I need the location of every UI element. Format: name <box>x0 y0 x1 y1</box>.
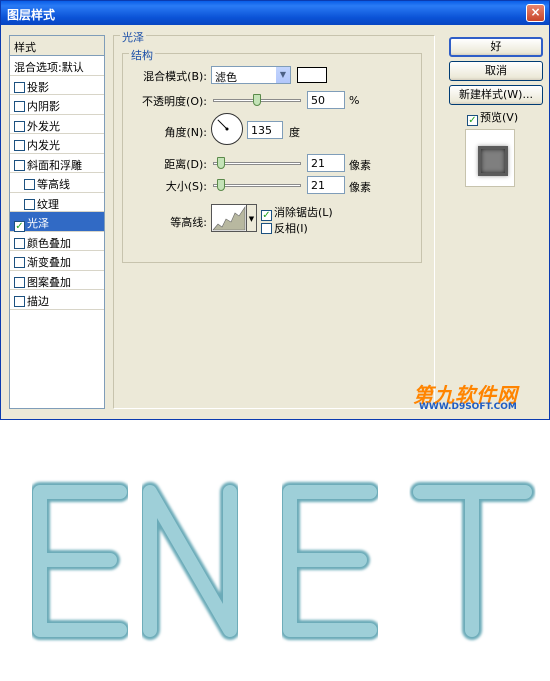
dialog-titlebar[interactable]: 图层样式 × <box>1 1 549 25</box>
contour-curve-icon <box>212 206 246 231</box>
structure-group: 结构 混合模式(B): 滤色 ▼ 不透明度(O): 50 % 角度(N): 13… <box>122 47 422 263</box>
close-button[interactable]: × <box>526 4 545 22</box>
style-list-item[interactable]: 内阴影 <box>10 95 104 115</box>
neon-text-artwork <box>30 482 535 640</box>
style-item-checkbox[interactable]: ✓ <box>14 221 25 232</box>
style-item-checkbox[interactable] <box>14 296 25 307</box>
style-list-item[interactable]: 外发光 <box>10 115 104 134</box>
style-list-item[interactable]: ✓ 光泽 <box>10 212 104 232</box>
style-item-label: 图案叠加 <box>27 275 71 289</box>
opacity-unit: % <box>349 94 360 107</box>
size-label: 大小(S): <box>165 180 207 193</box>
style-item-checkbox[interactable] <box>14 120 25 132</box>
style-item-label: 纹理 <box>37 197 59 211</box>
style-list-item[interactable]: 投影 <box>10 76 104 95</box>
contour-picker[interactable] <box>211 204 247 232</box>
style-list-item[interactable]: 描边 <box>10 290 104 310</box>
preview-square <box>478 146 508 176</box>
size-input[interactable]: 21 <box>307 176 345 194</box>
distance-input[interactable]: 21 <box>307 154 345 172</box>
style-item-checkbox[interactable] <box>14 237 25 249</box>
style-item-checkbox[interactable] <box>14 159 25 171</box>
satin-group-title: 光泽 <box>120 29 146 45</box>
structure-group-title: 结构 <box>129 47 155 63</box>
style-list-item[interactable]: 内发光 <box>10 134 104 154</box>
style-item-checkbox[interactable] <box>24 179 35 190</box>
style-list-header[interactable]: 样式 <box>10 36 104 56</box>
style-item-checkbox[interactable] <box>14 101 25 112</box>
layer-style-dialog: 图层样式 × 样式 混合选项:默认 投影 内阴影 外发光 内发光 斜面和浮雕 等高线 纹理 ✓ 光… <box>0 0 550 420</box>
style-preview-thumbnail <box>465 129 515 187</box>
ok-button[interactable]: 好 <box>449 37 543 57</box>
blend-mode-label: 混合模式(B): <box>143 70 207 83</box>
style-list: 样式 混合选项:默认 投影 内阴影 外发光 内发光 斜面和浮雕 等高线 纹理 ✓ 光泽 颜色叠加 渐变… <box>9 35 105 409</box>
style-list-item[interactable]: 等高线 <box>10 173 104 193</box>
style-item-checkbox[interactable] <box>14 276 25 288</box>
letter-n <box>140 482 240 640</box>
letter-e-2 <box>280 482 380 640</box>
new-style-button[interactable]: 新建样式(W)... <box>449 85 543 105</box>
antialias-option[interactable]: ✓ 消除锯齿(L) <box>261 204 333 221</box>
satin-panel: 光泽 结构 混合模式(B): 滤色 ▼ 不透明度(O): 50 % 角度(N): <box>113 29 435 409</box>
style-item-label: 投影 <box>27 80 49 94</box>
style-list-item[interactable]: 混合选项:默认 <box>10 56 104 76</box>
chevron-down-icon: ▼ <box>275 67 290 83</box>
preview-label: 预览(V) <box>480 111 519 124</box>
style-list-item[interactable]: 斜面和浮雕 <box>10 154 104 173</box>
opacity-input[interactable]: 50 <box>307 91 345 109</box>
style-item-checkbox[interactable] <box>14 81 25 93</box>
style-item-label: 等高线 <box>37 178 70 191</box>
distance-slider[interactable] <box>213 157 301 169</box>
opacity-label: 不透明度(O): <box>142 95 207 108</box>
style-item-label: 渐变叠加 <box>27 256 71 269</box>
preview-option[interactable]: ✓ 预览(V) <box>467 109 518 126</box>
size-slider[interactable] <box>213 179 301 191</box>
angle-dial[interactable] <box>211 113 243 145</box>
letter-t <box>410 482 535 640</box>
cancel-button[interactable]: 取消 <box>449 61 543 81</box>
invert-option[interactable]: 反相(I) <box>261 220 308 236</box>
style-item-label: 描边 <box>27 295 49 308</box>
style-item-label: 内阴影 <box>27 100 60 113</box>
result-canvas: ENET <box>0 420 550 678</box>
preview-checkbox[interactable]: ✓ <box>467 115 478 126</box>
invert-checkbox[interactable] <box>261 223 272 234</box>
distance-slider-thumb[interactable] <box>217 157 226 169</box>
distance-label: 距离(D): <box>164 158 207 171</box>
style-item-label: 内发光 <box>27 139 60 152</box>
angle-label: 角度(N): <box>164 126 207 139</box>
opacity-slider-thumb[interactable] <box>253 94 261 106</box>
style-item-label: 颜色叠加 <box>27 236 71 250</box>
blend-mode-value: 滤色 <box>215 71 237 84</box>
style-list-item[interactable]: 纹理 <box>10 193 104 212</box>
style-list-item[interactable]: 渐变叠加 <box>10 251 104 271</box>
contour-dropdown-icon[interactable]: ▼ <box>247 204 257 232</box>
style-item-checkbox[interactable] <box>14 140 25 151</box>
size-slider-thumb[interactable] <box>217 179 226 191</box>
style-item-label: 斜面和浮雕 <box>27 158 82 172</box>
opacity-slider[interactable] <box>213 94 301 106</box>
invert-label: 反相(I) <box>274 222 308 235</box>
style-list-item[interactable]: 颜色叠加 <box>10 232 104 251</box>
style-item-checkbox[interactable] <box>14 257 25 268</box>
style-item-label: 光泽 <box>27 217 49 230</box>
antialias-label: 消除锯齿(L) <box>274 206 333 219</box>
style-item-label: 外发光 <box>27 119 60 133</box>
angle-dial-needle <box>217 119 229 131</box>
distance-unit: 像素 <box>349 159 371 172</box>
style-list-item[interactable]: 图案叠加 <box>10 271 104 290</box>
dialog-title: 图层样式 <box>7 8 56 22</box>
size-unit: 像素 <box>349 181 371 194</box>
watermark-url: WWW.D9SOFT.COM <box>419 402 517 412</box>
blend-mode-select[interactable]: 滤色 ▼ <box>211 66 291 84</box>
style-item-label: 混合选项:默认 <box>14 61 84 74</box>
angle-unit: 度 <box>289 126 300 139</box>
letter-e-1 <box>30 482 130 640</box>
contour-label: 等高线: <box>170 216 207 229</box>
satin-color-swatch[interactable] <box>297 67 327 83</box>
style-item-checkbox[interactable] <box>24 198 35 210</box>
angle-input[interactable]: 135 <box>247 121 283 139</box>
